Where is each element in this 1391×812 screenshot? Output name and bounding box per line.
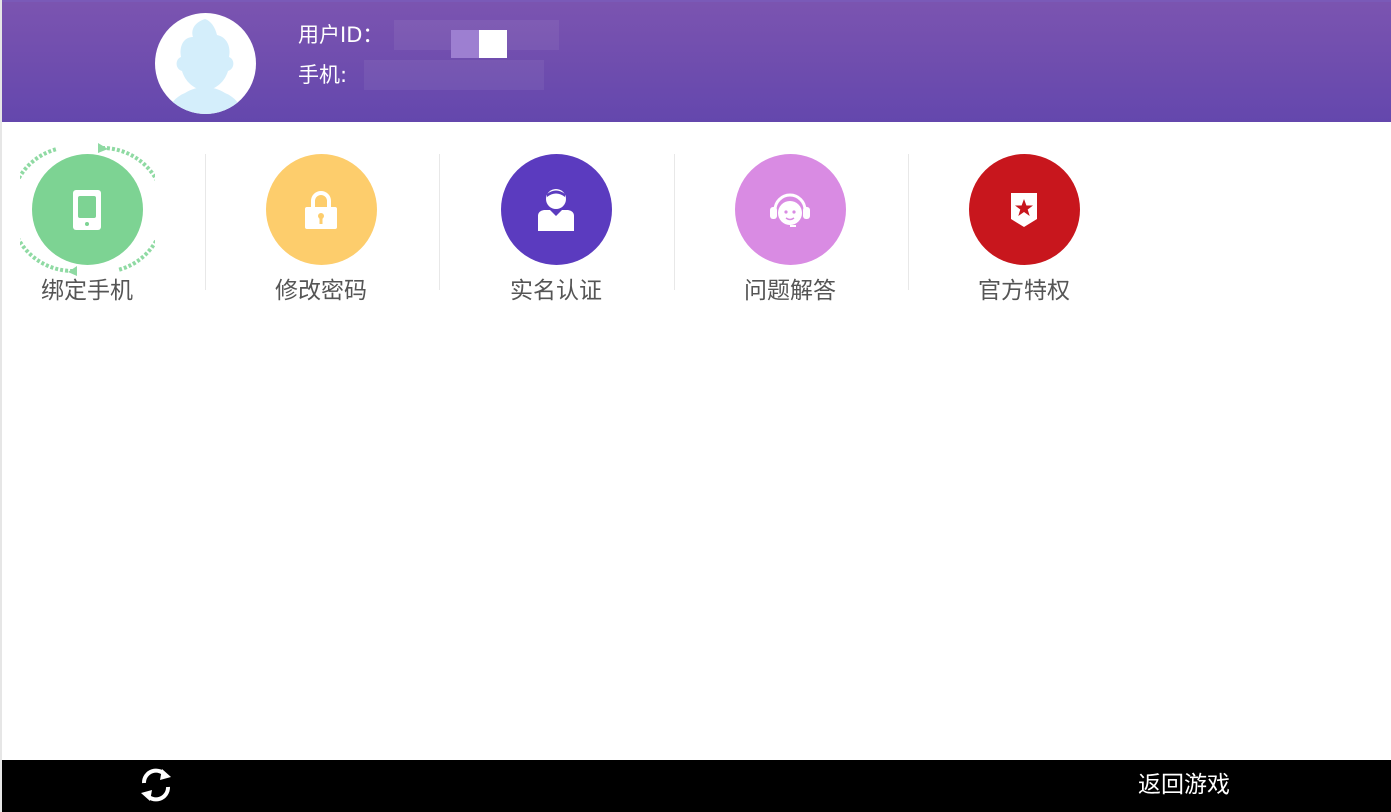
real-name-circle: [500, 154, 612, 265]
faq-circle: [734, 154, 846, 265]
refresh-button[interactable]: [138, 765, 174, 805]
feature-faq[interactable]: 问题解答: [720, 154, 860, 314]
rotate-ring-icon: [19, 143, 155, 276]
page: 用户ID： 手机: 绑定手机 修改密码 实名认证 问题解答 官方特权 返回游戏: [0, 0, 1391, 812]
phone-value-masked: [364, 60, 544, 90]
feature-real-name-auth[interactable]: 实名认证: [486, 154, 626, 314]
bottom-bar: 返回游戏: [2, 760, 1391, 812]
avatar-silhouette-icon: [167, 19, 243, 114]
refresh-icon: [141, 768, 171, 802]
divider: [205, 154, 206, 290]
lock-icon: [305, 190, 337, 229]
feature-label: 官方特权: [978, 278, 1070, 304]
user-header: 用户ID： 手机:: [2, 0, 1391, 122]
phone-label: 手机:: [298, 63, 348, 87]
user-id-mask-b: [479, 30, 507, 58]
user-id-icon: [538, 188, 574, 231]
star-badge-icon: [1011, 192, 1037, 227]
feature-label: 实名认证: [510, 278, 602, 304]
headset-icon: [770, 193, 810, 227]
privilege-circle: [968, 154, 1080, 265]
avatar[interactable]: [155, 13, 256, 114]
feature-label: 问题解答: [744, 278, 836, 304]
user-id-mask-a: [451, 30, 479, 58]
feature-label: 修改密码: [275, 278, 367, 304]
divider: [439, 154, 440, 290]
user-id-label: 用户ID：: [298, 23, 384, 47]
divider: [674, 154, 675, 290]
change-password-circle: [265, 154, 377, 265]
return-to-game-button[interactable]: 返回游戏: [1138, 770, 1230, 800]
divider: [908, 154, 909, 290]
feature-change-password[interactable]: 修改密码: [251, 154, 391, 314]
feature-bind-phone[interactable]: 绑定手机: [17, 143, 157, 314]
feature-official-privilege[interactable]: 官方特权: [954, 154, 1094, 314]
feature-label: 绑定手机: [41, 278, 133, 304]
bind-phone-circle: [19, 143, 155, 276]
